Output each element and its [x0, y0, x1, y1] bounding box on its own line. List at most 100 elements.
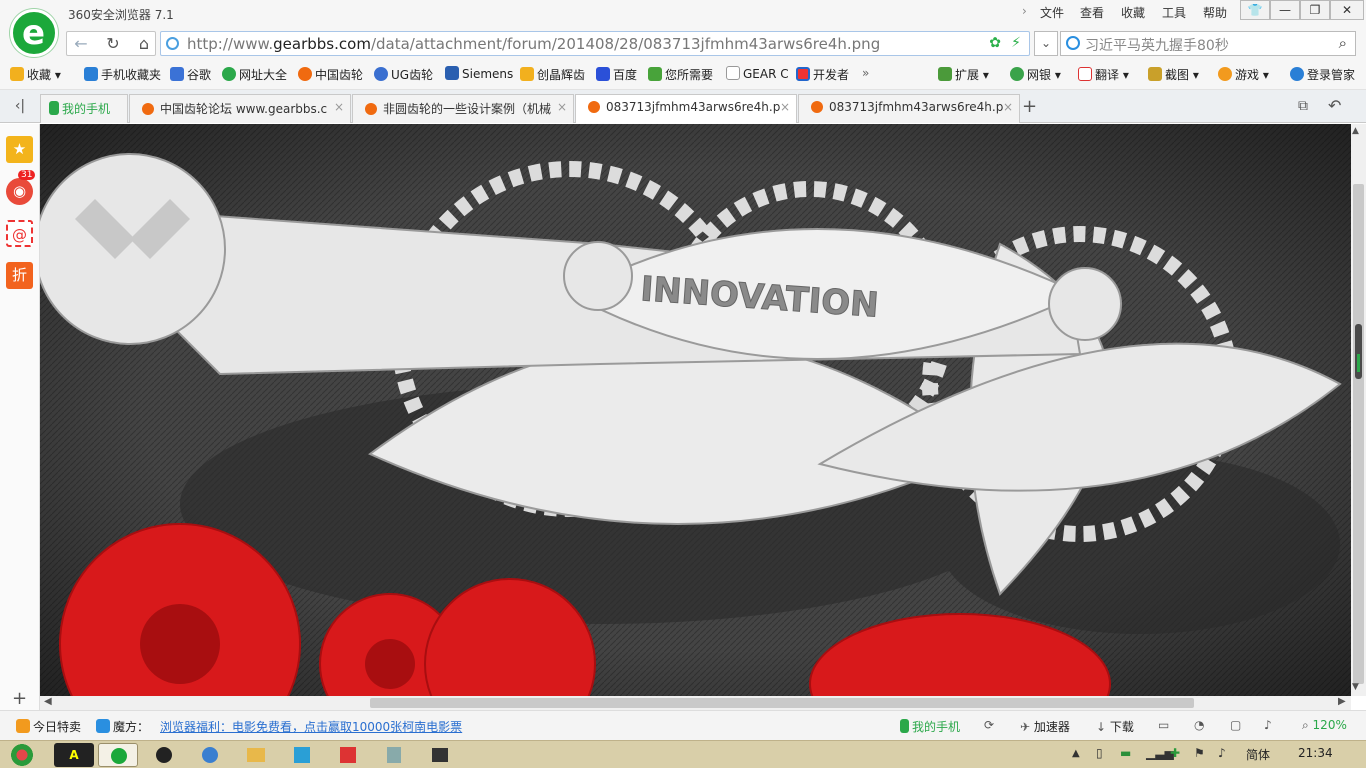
menu-favorites[interactable]: 收藏: [1121, 4, 1145, 21]
search-box[interactable]: 习近平马英九握手80秒 ⌕: [1060, 31, 1356, 56]
vertical-scrollbar[interactable]: ▲ ▼: [1351, 124, 1366, 696]
bookmarks-more[interactable]: »: [862, 66, 869, 80]
input-language[interactable]: 简体: [1246, 746, 1270, 763]
bookmark-mobile[interactable]: 手机收藏夹: [84, 66, 161, 83]
weibo-icon[interactable]: ◉: [6, 178, 33, 205]
today-deals[interactable]: 今日特卖: [16, 718, 81, 735]
toolbar-extensions[interactable]: 扩展 ▾: [938, 66, 989, 83]
toolbar-ebank[interactable]: 网银 ▾: [1010, 66, 1061, 83]
minimize-button[interactable]: —: [1270, 0, 1300, 20]
search-icon[interactable]: ⌕: [1339, 34, 1347, 52]
scroll-down-icon[interactable]: ▼: [1352, 682, 1359, 692]
ug-icon: [374, 67, 388, 81]
menu-view[interactable]: 查看: [1080, 4, 1104, 21]
search-engine-icon[interactable]: [1066, 36, 1080, 50]
zoom-level[interactable]: ⌕ 120%: [1302, 718, 1347, 733]
key-icon: [1290, 67, 1304, 81]
bookmark-needed[interactable]: 您所需要: [648, 66, 713, 83]
discount-icon[interactable]: 折: [6, 262, 33, 289]
security-icon[interactable]: ✿: [989, 35, 1001, 51]
refresh-status-icon[interactable]: ⟳: [984, 718, 994, 732]
taskbar-calculator[interactable]: [374, 743, 414, 767]
close-icon[interactable]: ×: [334, 100, 344, 114]
taskbar-app-dark[interactable]: [420, 743, 460, 767]
volume-icon[interactable]: ♪: [1218, 746, 1226, 760]
toolbar-login[interactable]: 登录管家: [1290, 66, 1355, 83]
toolbar-screenshot[interactable]: 截图 ▾: [1148, 66, 1199, 83]
taskbar-app-blue[interactable]: [282, 743, 322, 767]
vertical-scroll-thumb[interactable]: [1353, 184, 1364, 684]
phone-icon: [49, 101, 59, 115]
tray-app-icon[interactable]: ▬: [1120, 746, 1131, 760]
start-button[interactable]: [4, 743, 40, 767]
sidebar-add-icon[interactable]: +: [12, 688, 27, 709]
bookmark-gear-c[interactable]: GEAR C: [726, 66, 789, 81]
tab-gearbbs[interactable]: 中国齿轮论坛 www.gearbbs.c ×: [129, 94, 351, 123]
taskbar-360-browser[interactable]: [98, 743, 138, 767]
sound-icon[interactable]: ♪: [1264, 718, 1272, 732]
tray-arrow-icon[interactable]: ▲: [1072, 748, 1080, 759]
tray-360-icon[interactable]: ✚: [1170, 746, 1180, 760]
bookmark-google[interactable]: 谷歌: [170, 66, 211, 83]
taskbar-qq[interactable]: [144, 743, 184, 767]
tab-image[interactable]: 083713jfmhm43arws6re4h.p ×: [798, 94, 1020, 123]
home-button[interactable]: ⌂: [133, 33, 155, 55]
taskbar-explorer[interactable]: [236, 743, 276, 767]
gear-icon: [298, 67, 312, 81]
bookmark-favorites[interactable]: 收藏 ▾: [10, 66, 61, 83]
back-button[interactable]: ←: [70, 33, 92, 55]
favorites-star-icon[interactable]: ★: [6, 136, 33, 163]
scroll-left-icon[interactable]: ◀: [44, 696, 52, 707]
address-bar[interactable]: http://www.gearbbs.com/data/attachment/f…: [160, 31, 1030, 56]
lightning-icon[interactable]: ⚡: [1011, 35, 1021, 51]
refresh-button[interactable]: ↻: [102, 33, 124, 55]
restore-tabs-icon[interactable]: ⧉: [1298, 98, 1308, 114]
scroll-right-icon[interactable]: ▶: [1338, 696, 1346, 707]
reader-icon[interactable]: ▭: [1158, 718, 1169, 732]
menu-help[interactable]: 帮助: [1203, 4, 1227, 21]
horizontal-scrollbar[interactable]: ◀ ▶: [40, 696, 1351, 710]
chevron-down-icon[interactable]: ⌄: [1034, 31, 1058, 56]
history-icon[interactable]: ◔: [1194, 718, 1204, 732]
cube-icon: [96, 719, 110, 733]
bookmark-chuangjing[interactable]: 创晶辉齿: [520, 66, 585, 83]
browser-logo-icon[interactable]: e: [10, 9, 58, 57]
close-button[interactable]: ✕: [1330, 0, 1364, 20]
undo-close-icon[interactable]: ↶: [1328, 96, 1341, 115]
clock[interactable]: 21:34: [1298, 746, 1333, 760]
bookmark-ug-gear[interactable]: UG齿轮: [374, 66, 433, 83]
tray-phone-icon[interactable]: ▯: [1096, 746, 1103, 760]
collapse-sidebar-icon[interactable]: ‹|: [8, 98, 32, 114]
downloads[interactable]: ↓ 下载: [1096, 718, 1134, 735]
tab-image-active[interactable]: 083713jfmhm43arws6re4h.p ×: [575, 94, 797, 123]
tab-my-phone[interactable]: 我的手机: [40, 94, 128, 123]
chevron-right-icon[interactable]: ›: [1022, 4, 1027, 18]
bookmark-developer[interactable]: 开发者: [796, 66, 849, 83]
scroll-up-icon[interactable]: ▲: [1352, 126, 1359, 136]
restore-button[interactable]: ❐: [1300, 0, 1330, 20]
mail-icon[interactable]: @: [6, 220, 33, 247]
bookmark-gear-china[interactable]: 中国齿轮: [298, 66, 363, 83]
bookmark-siemens[interactable]: Siemens: [445, 66, 513, 81]
skin-icon[interactable]: 👕: [1240, 0, 1270, 20]
taskbar-app[interactable]: [190, 743, 230, 767]
toolbar-games[interactable]: 游戏 ▾: [1218, 66, 1269, 83]
promo-link[interactable]: 浏览器福利：电影免费看，点击赢取10000张柯南电影票: [160, 718, 462, 735]
close-icon[interactable]: ×: [557, 100, 567, 114]
toolbar-translate[interactable]: 翻译 ▾: [1078, 66, 1129, 83]
status-my-phone[interactable]: 我的手机: [900, 718, 960, 735]
flag-icon[interactable]: ⚑: [1194, 746, 1205, 760]
accelerator[interactable]: ✈ 加速器: [1020, 718, 1070, 735]
horizontal-scroll-thumb[interactable]: [370, 698, 1194, 708]
menu-tools[interactable]: 工具: [1162, 4, 1186, 21]
bookmark-baidu[interactable]: 百度: [596, 66, 637, 83]
new-tab-button[interactable]: +: [1022, 96, 1037, 117]
tab-noncircular-gears[interactable]: 非圆齿轮的一些设计案例（机械 ×: [352, 94, 574, 123]
taskbar-app-a[interactable]: A: [54, 743, 94, 767]
bookmark-hao[interactable]: 网址大全: [222, 66, 287, 83]
menu-file[interactable]: 文件: [1040, 4, 1064, 21]
taskbar-app-red[interactable]: [328, 743, 368, 767]
close-icon[interactable]: ×: [1003, 100, 1013, 114]
close-icon[interactable]: ×: [780, 100, 790, 114]
window-icon[interactable]: ▢: [1230, 718, 1241, 732]
